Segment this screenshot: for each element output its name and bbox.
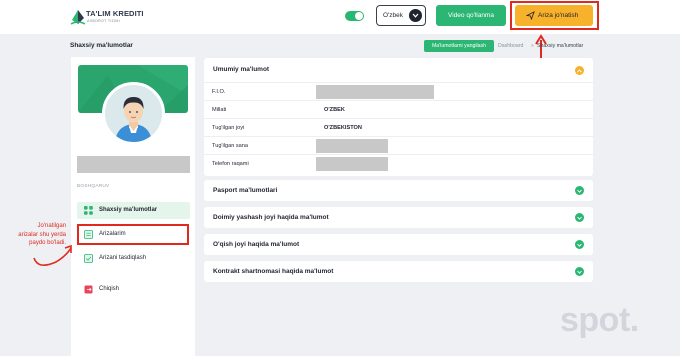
row-label: Telefon raqami [212,161,249,167]
highlight-box [510,1,599,30]
info-row: Millati O'ZBEK [204,100,593,118]
red-arrow-icon [33,244,72,266]
page-title: Shaxsiy ma'lumotlar [70,42,133,49]
language-select[interactable]: O'zbek [376,5,426,26]
theme-toggle[interactable] [345,11,364,21]
info-row: F.I.O. [204,82,593,100]
sidebar: BOSHQARUV Shaxsiy ma'lumotlar Arizalarim… [71,57,195,356]
chevron-down-icon[interactable] [575,186,584,195]
logout-icon [84,285,93,294]
sidebar-item-label: Arizani tasdiqlash [99,255,147,261]
row-value: O'ZBEKISTON [324,125,362,131]
highlight-box [77,224,189,245]
row-label: F.I.O. [212,89,226,95]
logo[interactable]: TA'LIM KREDITI AXBOROT TIZIMI [70,6,156,30]
sidebar-item-logout[interactable]: Chiqish [77,281,190,298]
row-label: Tug'ilgan sana [212,143,249,149]
row-label: Millati [212,107,227,113]
chevron-down-icon[interactable] [575,240,584,249]
profile-name-redacted [77,156,190,173]
logo-subtitle: AXBOROT TIZIMI [87,19,121,23]
sidebar-item-personal-info[interactable]: Shaxsiy ma'lumotlar [77,202,190,219]
annotation-line: arizalar shu yerda [18,231,66,238]
panel-title: Doimiy yashash joyi haqida ma'lumot [213,214,329,221]
info-row: Tug'ilgan joyi O'ZBEKISTON [204,118,593,136]
redacted-value [316,157,388,171]
redacted-value [316,139,388,153]
annotation-line: Jo'natilgan [37,223,67,229]
panel-title: Kontrakt shartnomasi haqida ma'lumot [213,268,334,275]
sidebar-item-confirm-application[interactable]: Arizani tasdiqlash [77,250,190,267]
chevron-down-icon [409,9,422,22]
language-label: O'zbek [383,12,404,19]
book-logo-icon [70,10,86,25]
panel-title: Pasport ma'lumotlari [213,187,278,194]
breadcrumb-current: Shaxsiy ma'lumotlar [537,43,584,49]
study-place-panel[interactable]: O'qish joyi haqida ma'lumot [204,234,593,255]
row-value: O'ZBEK [324,107,345,113]
info-row: Telefon raqami [204,154,593,172]
sidebar-item-label: Shaxsiy ma'lumotlar [99,207,158,213]
logo-title: TA'LIM KREDITI [86,9,144,18]
breadcrumb-separator: » [531,43,534,49]
residence-panel[interactable]: Doimiy yashash joyi haqida ma'lumot [204,207,593,228]
chevron-down-icon[interactable] [575,213,584,222]
check-document-icon [84,254,93,263]
contract-panel[interactable]: Kontrakt shartnomasi haqida ma'lumot [204,261,593,282]
panel-title: O'qish joyi haqida ma'lumot [213,241,300,248]
avatar [102,82,165,145]
sidebar-item-label: Chiqish [99,286,120,292]
video-guide-button[interactable]: Video qo'llanma [436,5,506,26]
chevron-up-icon[interactable] [575,66,584,75]
watermark: spot. [560,301,639,339]
redacted-value [316,85,434,99]
top-header: TA'LIM KREDITI AXBOROT TIZIMI O'zbek Vid… [0,0,680,34]
chevron-down-icon[interactable] [575,267,584,276]
grid-icon [84,206,93,215]
panel-title: Umumiy ma'lumot [213,66,270,73]
update-info-button[interactable]: Ma'lumotlarni yangilash [424,40,494,52]
row-label: Tug'ilgan joyi [212,125,245,131]
general-info-panel: Umumiy ma'lumot F.I.O. Millati O'ZBEK Tu… [204,58,593,176]
sidebar-section-label: BOSHQARUV [77,184,110,189]
toggle-knob [355,12,363,20]
breadcrumb-dashboard[interactable]: Dashboard [498,43,523,49]
info-row: Tug'ilgan sana [204,136,593,154]
passport-panel[interactable]: Pasport ma'lumotlari [204,180,593,201]
